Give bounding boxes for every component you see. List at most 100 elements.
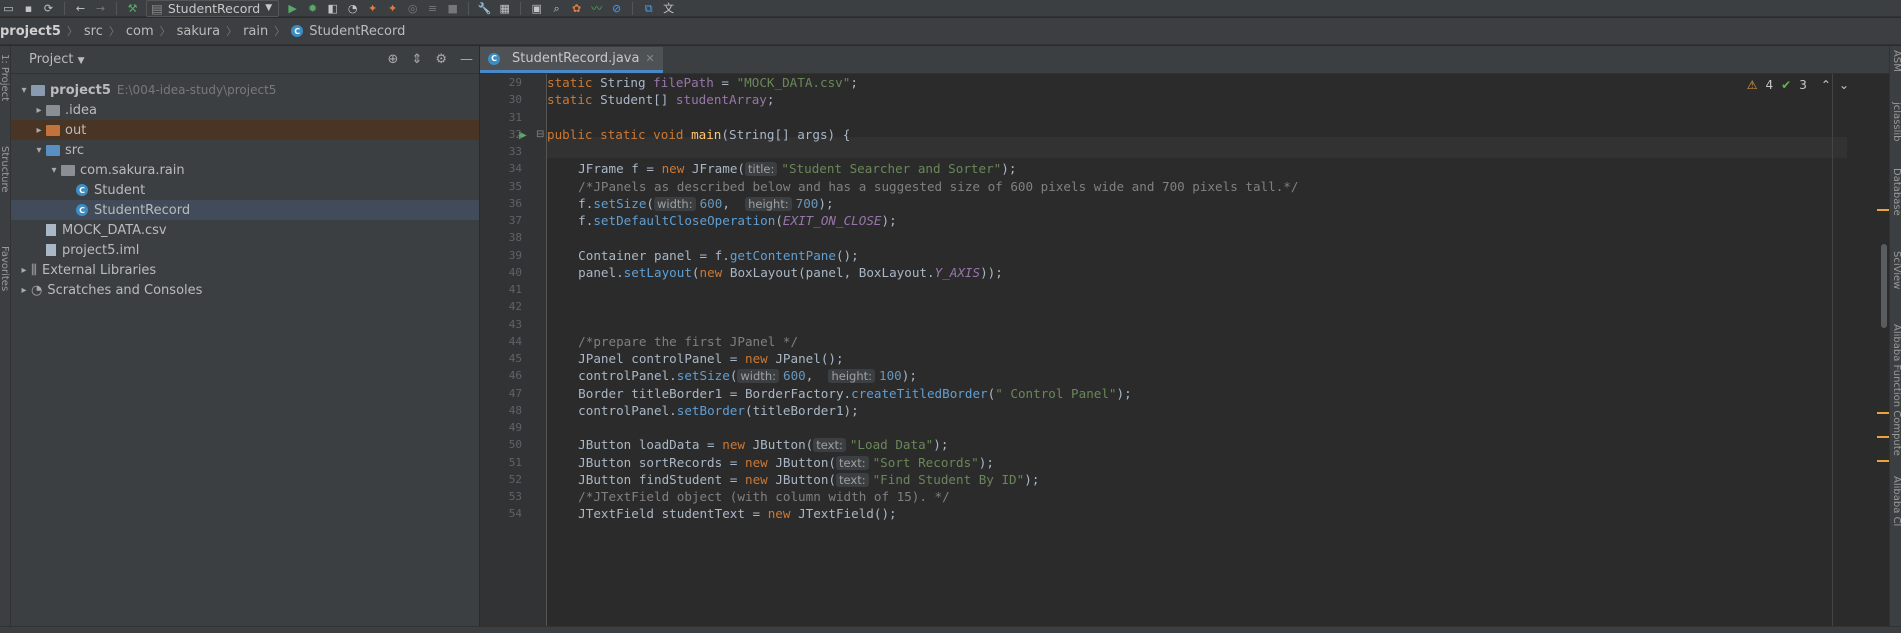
- warning-marker[interactable]: [1877, 412, 1889, 414]
- code-token: new: [699, 264, 730, 280]
- chevron-down-icon[interactable]: ▾: [32, 145, 46, 156]
- code-token: " Control Panel": [995, 385, 1117, 401]
- breadcrumb-item[interactable]: C StudentRecord: [291, 24, 405, 39]
- tool-tab-structure[interactable]: Structure: [0, 146, 10, 193]
- hide-icon[interactable]: —: [460, 52, 473, 67]
- run-configuration-select[interactable]: ▤ StudentRecord ▼: [146, 0, 280, 17]
- chevron-right-icon[interactable]: ▸: [17, 285, 31, 296]
- collapse-all-icon[interactable]: ⇕: [411, 52, 422, 67]
- wrench-icon[interactable]: 🔧: [478, 2, 492, 15]
- forward-icon[interactable]: →: [94, 2, 107, 15]
- code-area[interactable]: static String filePath = "MOCK_DATA.csv"…: [547, 74, 1832, 626]
- chevron-right-icon[interactable]: ▸: [32, 105, 46, 116]
- close-icon[interactable]: ✕: [645, 52, 654, 65]
- project-view-select[interactable]: Project ▼: [29, 52, 85, 67]
- breadcrumb-label: src: [83, 23, 103, 39]
- tree-item[interactable]: ▾ src: [11, 140, 479, 160]
- breadcrumb-item[interactable]: src 〉: [84, 23, 126, 39]
- power-save-icon[interactable]: ⊘: [610, 2, 623, 15]
- line-number: 38: [508, 231, 522, 245]
- inspection-widget[interactable]: ⚠ 4 ✔ 3 ⌃ ⌄: [1747, 78, 1849, 92]
- breadcrumb-item[interactable]: com 〉: [126, 23, 177, 39]
- breadcrumb-item[interactable]: sakura 〉: [177, 23, 243, 39]
- tool-tab-sciview[interactable]: SciView: [1891, 251, 1901, 289]
- tool-tab-jclasslib[interactable]: jclasslib: [1891, 102, 1901, 142]
- rerun-icon[interactable]: ≡: [426, 2, 439, 15]
- parameter-hint: width:: [737, 369, 779, 384]
- open-folder-icon[interactable]: ▭: [2, 2, 15, 15]
- save-icon[interactable]: ▪: [22, 2, 35, 15]
- gear-icon[interactable]: ⚙: [435, 52, 447, 67]
- window-icon[interactable]: ▣: [530, 2, 543, 15]
- coverage-icon[interactable]: ◧: [326, 2, 339, 15]
- tree-item[interactable]: project5.iml: [11, 240, 479, 260]
- sync-icon[interactable]: ⟳: [42, 2, 55, 15]
- build-hammer-icon[interactable]: ⚒: [126, 2, 139, 15]
- search-icon[interactable]: ⌕: [550, 2, 563, 15]
- tool-tab-database[interactable]: Database: [1891, 168, 1901, 216]
- tree-item-label: .idea: [65, 102, 97, 118]
- project-structure-icon[interactable]: ▦: [498, 2, 511, 15]
- project-panel-header: Project ▼ ⊕ ⇕ ⚙ —: [11, 46, 479, 74]
- tree-item[interactable]: ▾ com.sakura.rain: [11, 160, 479, 180]
- tool-tab-project[interactable]: 1: Project: [0, 54, 10, 101]
- warning-marker[interactable]: [1877, 436, 1889, 438]
- tool-tab-function-compute[interactable]: Alibaba Function Compute: [1891, 324, 1901, 456]
- chevron-down-icon[interactable]: ▾: [47, 165, 61, 176]
- monitor-icon[interactable]: 〰: [590, 2, 603, 15]
- fold-icon[interactable]: ⊟: [536, 129, 544, 140]
- profile-icon[interactable]: ◔: [346, 2, 359, 15]
- tree-item[interactable]: ▸ out: [11, 120, 479, 140]
- translate-icon[interactable]: 文: [662, 2, 675, 15]
- code-token: (titleBorder1);: [744, 402, 859, 418]
- code-token: /*prepare the first JPanel */: [563, 333, 799, 349]
- chevron-down-icon[interactable]: ⌄: [1839, 78, 1849, 92]
- line-number: 42: [508, 300, 522, 314]
- breadcrumb-item[interactable]: project5 〉: [0, 23, 84, 39]
- code-with-me-icon[interactable]: ⧉: [642, 2, 655, 15]
- breadcrumb-item[interactable]: rain 〉: [243, 23, 291, 39]
- code-token: =: [713, 75, 737, 90]
- tool-tab-alibaba-cloud[interactable]: Alibaba Cl: [1891, 476, 1901, 526]
- scrollbar-thumb[interactable]: [1881, 244, 1887, 328]
- chevron-up-icon[interactable]: ⌃: [1821, 78, 1831, 92]
- tree-item[interactable]: ▾ project5 E:\004-idea-study\project5: [11, 80, 479, 100]
- tab-studentrecord[interactable]: C StudentRecord.java ✕: [480, 47, 663, 73]
- tool-tab-asm[interactable]: ASM: [1891, 50, 1901, 72]
- plugin-run-icon[interactable]: ✦: [366, 2, 379, 15]
- code-token: );: [1024, 471, 1040, 487]
- warning-icon: ⚠: [1746, 78, 1758, 92]
- back-icon[interactable]: ←: [74, 2, 87, 15]
- attach-icon[interactable]: ◎: [406, 2, 419, 15]
- plugin-debug-icon[interactable]: ✦: [386, 2, 399, 15]
- run-icon[interactable]: ▶: [286, 2, 299, 15]
- class-icon: C: [291, 25, 304, 37]
- plugin-icon[interactable]: ✿: [570, 2, 583, 15]
- tree-item[interactable]: ▸ ◔ Scratches and Consoles: [11, 280, 479, 300]
- code-token: f.: [563, 213, 594, 228]
- debug-icon[interactable]: ✹: [306, 2, 319, 15]
- parameter-hint: height:: [828, 369, 876, 384]
- tree-item-label: Student: [94, 182, 146, 198]
- chevron-down-icon[interactable]: ▾: [17, 85, 31, 96]
- warning-marker[interactable]: [1877, 460, 1889, 462]
- tree-item[interactable]: C Student: [11, 180, 479, 200]
- tree-item-label: project5.iml: [62, 242, 140, 258]
- separator: [116, 1, 117, 15]
- stop-icon[interactable]: ■: [446, 2, 459, 15]
- chevron-right-icon[interactable]: ▸: [17, 265, 31, 276]
- tree-item[interactable]: MOCK_DATA.csv: [11, 220, 479, 240]
- locate-icon[interactable]: ⊕: [388, 52, 399, 67]
- code-token: );: [901, 368, 917, 384]
- tree-item[interactable]: C StudentRecord: [11, 200, 479, 220]
- tree-item[interactable]: ▸ .idea: [11, 100, 479, 120]
- editor-scrollbar[interactable]: [1875, 74, 1889, 626]
- chevron-right-icon: 〉: [226, 25, 238, 38]
- tree-item[interactable]: ▸ ⫼ External Libraries: [11, 260, 479, 280]
- line-number: 46: [508, 369, 522, 383]
- line-number: 48: [508, 403, 522, 417]
- warning-marker[interactable]: [1877, 209, 1889, 211]
- parameter-hint: text:: [836, 455, 869, 470]
- tool-tab-favorites[interactable]: Favorites: [0, 246, 10, 291]
- chevron-right-icon[interactable]: ▸: [32, 125, 46, 136]
